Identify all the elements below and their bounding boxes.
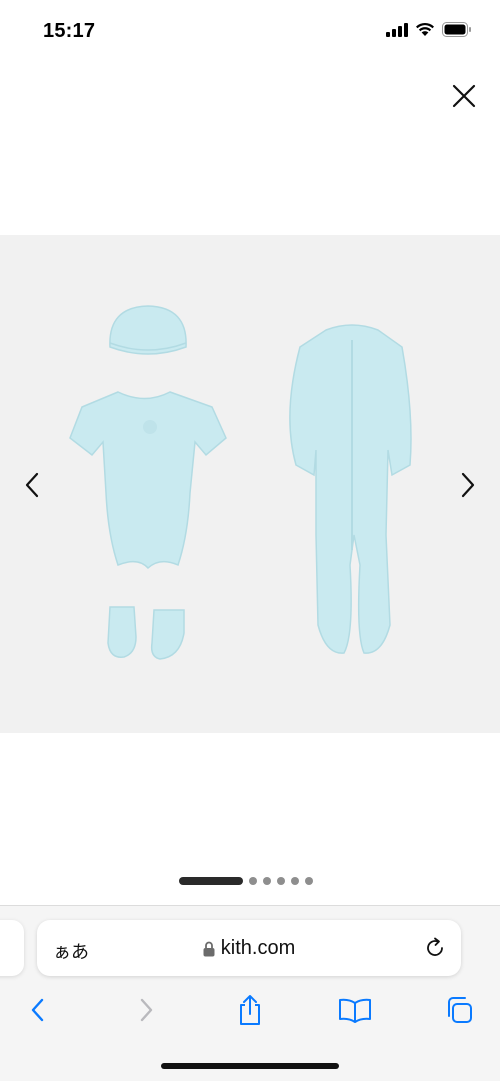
pagination-dot[interactable] <box>291 877 299 885</box>
pagination-dot[interactable] <box>263 877 271 885</box>
url-text: kith.com <box>220 937 296 959</box>
bookmarks-button[interactable] <box>338 994 372 1026</box>
forward-button[interactable] <box>131 994 161 1026</box>
bookmarks-icon <box>339 998 371 1023</box>
image-pagination[interactable] <box>179 876 313 886</box>
cellular-signal-icon <box>386 22 408 37</box>
close-icon <box>452 84 476 108</box>
safari-bottom-bar: ぁあ kith.com <box>0 905 500 1081</box>
forward-icon <box>140 998 153 1022</box>
status-icons <box>386 22 472 37</box>
previous-tab-preview[interactable] <box>0 920 24 976</box>
share-button[interactable] <box>235 994 265 1026</box>
share-icon <box>240 995 260 1025</box>
reload-button[interactable] <box>423 936 447 960</box>
product-image-gallery[interactable] <box>0 235 500 733</box>
bodysuit-image <box>69 391 227 570</box>
reload-icon <box>427 937 443 956</box>
lock-icon <box>203 941 215 956</box>
status-bar: 15:17 <box>0 0 500 62</box>
chevron-right-icon <box>461 472 475 498</box>
pagination-dot[interactable] <box>277 877 285 885</box>
back-icon <box>31 998 44 1022</box>
chevron-left-icon <box>25 472 39 498</box>
pagination-dot-active[interactable] <box>179 877 243 885</box>
tabs-icon <box>448 997 472 1023</box>
pagination-dot[interactable] <box>305 877 313 885</box>
socks-image <box>107 606 185 660</box>
next-image-button[interactable] <box>450 463 486 507</box>
url-display[interactable]: kith.com <box>37 937 461 960</box>
safari-toolbar <box>0 988 500 1032</box>
pagination-dot[interactable] <box>249 877 257 885</box>
home-indicator[interactable] <box>161 1063 339 1069</box>
back-button[interactable] <box>23 994 53 1026</box>
close-button[interactable] <box>448 80 480 112</box>
baby-hat-image <box>109 305 187 355</box>
sleepsuit-image <box>289 324 412 654</box>
wifi-icon <box>416 22 434 36</box>
status-time: 15:17 <box>43 20 96 42</box>
address-bar[interactable]: ぁあ kith.com <box>37 920 461 976</box>
battery-icon <box>442 22 471 37</box>
tabs-button[interactable] <box>444 994 474 1026</box>
previous-image-button[interactable] <box>14 463 50 507</box>
product-image <box>69 305 412 660</box>
